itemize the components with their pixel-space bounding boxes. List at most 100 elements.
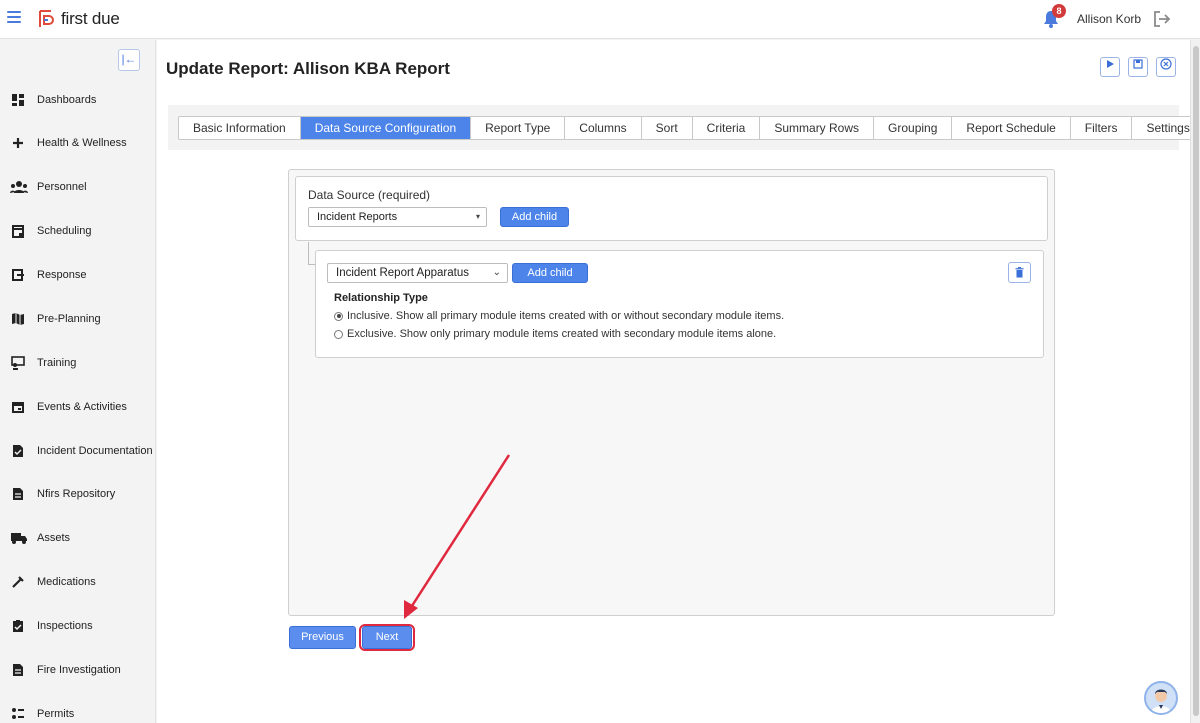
top-bar: first due 8 Allison Korb xyxy=(0,0,1200,39)
sidebar-item-permits[interactable]: Permits xyxy=(0,699,156,723)
child-data-source-box: Incident Report Apparatus ⌄ Add child Re… xyxy=(315,250,1044,358)
sidebar-item-scheduling[interactable]: Scheduling xyxy=(0,216,156,246)
assistant-avatar-icon xyxy=(1151,689,1171,713)
tab-basic-information[interactable]: Basic Information xyxy=(179,117,301,139)
child-add-child-button[interactable]: Add child xyxy=(512,263,588,283)
sidebar-item-label: Pre-Planning xyxy=(37,313,101,325)
permits-icon xyxy=(12,708,24,719)
grid-icon xyxy=(12,94,24,106)
tab-data-source-configuration[interactable]: Data Source Configuration xyxy=(300,117,472,139)
sidebar-item-incident-documentation[interactable]: Incident Documentation xyxy=(0,436,156,466)
sidebar-item-assets[interactable]: Assets xyxy=(0,523,156,553)
sidebar-item-nfirs-repository[interactable]: Nfirs Repository xyxy=(0,479,156,509)
data-source-panel: Data Source (required) Incident Reports … xyxy=(288,169,1055,616)
tab-sort[interactable]: Sort xyxy=(642,117,693,139)
sidebar-item-fire-investigation[interactable]: Fire Investigation xyxy=(0,655,156,685)
trash-icon xyxy=(1015,267,1024,278)
tab-columns[interactable]: Columns xyxy=(565,117,642,139)
play-icon xyxy=(1107,60,1114,68)
people-icon xyxy=(10,181,28,193)
sidebar-item-events-activities[interactable]: Events & Activities xyxy=(0,392,156,422)
save-report-button[interactable] xyxy=(1128,57,1148,77)
tab-filters[interactable]: Filters xyxy=(1071,117,1133,139)
logout-icon[interactable] xyxy=(1153,10,1171,28)
document-icon xyxy=(13,664,23,676)
sidebar-item-label: Medications xyxy=(37,576,96,588)
radio-inclusive[interactable] xyxy=(334,311,343,321)
sidebar-item-dashboards[interactable]: Dashboards xyxy=(0,85,156,115)
tab-report-type[interactable]: Report Type xyxy=(471,117,566,139)
sidebar-item-inspections[interactable]: Inspections xyxy=(0,611,156,641)
map-icon xyxy=(12,313,24,325)
tree-connector xyxy=(308,264,315,265)
chevron-down-icon: ⌄ xyxy=(492,267,501,278)
page-title: Update Report: Allison KBA Report xyxy=(166,59,450,78)
menu-icon[interactable] xyxy=(7,11,21,23)
data-source-label: Data Source (required) xyxy=(308,188,431,202)
run-report-button[interactable] xyxy=(1100,57,1120,77)
main-content: Update Report: Allison KBA Report Basic … xyxy=(157,40,1200,723)
report-tabs: Basic Information Data Source Configurat… xyxy=(178,116,1200,140)
sidebar: |← Dashboards Health & Wellness Personne… xyxy=(0,40,156,723)
sidebar-item-label: Dashboards xyxy=(37,94,97,106)
radio-label: Inclusive. Show all primary module items… xyxy=(347,310,785,322)
sidebar-item-label: Assets xyxy=(37,532,71,544)
sidebar-item-label: Fire Investigation xyxy=(37,664,121,676)
notification-badge: 8 xyxy=(1052,4,1066,18)
sidebar-item-pre-planning[interactable]: Pre-Planning xyxy=(0,304,156,334)
calendar-event-icon xyxy=(12,402,24,413)
data-source-box: Data Source (required) Incident Reports … xyxy=(295,176,1048,241)
tabs-container: Basic Information Data Source Configurat… xyxy=(168,105,1200,150)
app-name: first due xyxy=(61,9,120,28)
assistant-avatar-button[interactable] xyxy=(1144,681,1178,715)
child-data-source-selected: Incident Report Apparatus xyxy=(336,267,469,279)
sidebar-item-response[interactable]: Response xyxy=(0,260,156,290)
first-due-logo-icon xyxy=(39,10,54,27)
child-data-source-select[interactable]: Incident Report Apparatus ⌄ xyxy=(327,263,508,283)
app-logo[interactable]: first due xyxy=(38,9,120,29)
sidebar-item-label: Response xyxy=(37,269,87,281)
sidebar-item-label: Health & Wellness xyxy=(37,137,127,149)
sidebar-item-training[interactable]: Training xyxy=(0,348,156,378)
tree-connector xyxy=(308,242,309,264)
tab-grouping[interactable]: Grouping xyxy=(874,117,953,139)
clipboard-check-icon xyxy=(13,620,23,632)
radio-label: Exclusive. Show only primary module item… xyxy=(347,328,777,340)
document-icon xyxy=(13,445,23,457)
add-child-button[interactable]: Add child xyxy=(500,207,569,227)
close-circle-icon xyxy=(1160,58,1172,70)
data-source-selected: Incident Reports xyxy=(317,211,398,223)
radio-exclusive[interactable] xyxy=(334,329,343,339)
sidebar-item-label: Personnel xyxy=(37,181,87,193)
close-report-button[interactable] xyxy=(1156,57,1176,77)
tab-report-schedule[interactable]: Report Schedule xyxy=(952,117,1071,139)
scrollbar-thumb[interactable] xyxy=(1193,46,1199,716)
delete-child-button[interactable] xyxy=(1008,262,1031,283)
truck-icon xyxy=(11,533,27,544)
sidebar-item-label: Incident Documentation xyxy=(37,445,153,457)
relationship-inclusive-option[interactable]: Inclusive. Show all primary module items… xyxy=(334,310,784,322)
next-button-highlight xyxy=(359,624,415,651)
calendar-icon xyxy=(12,225,24,238)
tab-summary-rows[interactable]: Summary Rows xyxy=(760,117,875,139)
relationship-exclusive-option[interactable]: Exclusive. Show only primary module item… xyxy=(334,328,776,340)
sidebar-item-label: Events & Activities xyxy=(37,401,127,413)
previous-button[interactable]: Previous xyxy=(289,626,356,649)
response-icon xyxy=(12,269,24,281)
save-icon xyxy=(1133,59,1143,69)
collapse-sidebar-button[interactable]: |← xyxy=(118,49,140,71)
tab-criteria[interactable]: Criteria xyxy=(693,117,761,139)
relationship-type-title: Relationship Type xyxy=(334,292,428,304)
sidebar-item-personnel[interactable]: Personnel xyxy=(0,172,156,202)
user-name[interactable]: Allison Korb xyxy=(1077,12,1141,26)
sidebar-item-medications[interactable]: Medications xyxy=(0,567,156,597)
training-icon xyxy=(11,356,25,370)
sidebar-item-label: Scheduling xyxy=(37,225,92,237)
data-source-select[interactable]: Incident Reports ▾ xyxy=(308,207,487,227)
document-icon xyxy=(13,488,23,500)
sidebar-item-label: Nfirs Repository xyxy=(37,488,116,500)
sidebar-item-health-wellness[interactable]: Health & Wellness xyxy=(0,128,156,158)
page-scrollbar[interactable] xyxy=(1190,40,1200,723)
sidebar-item-label: Permits xyxy=(37,708,75,720)
plus-icon xyxy=(13,138,23,148)
